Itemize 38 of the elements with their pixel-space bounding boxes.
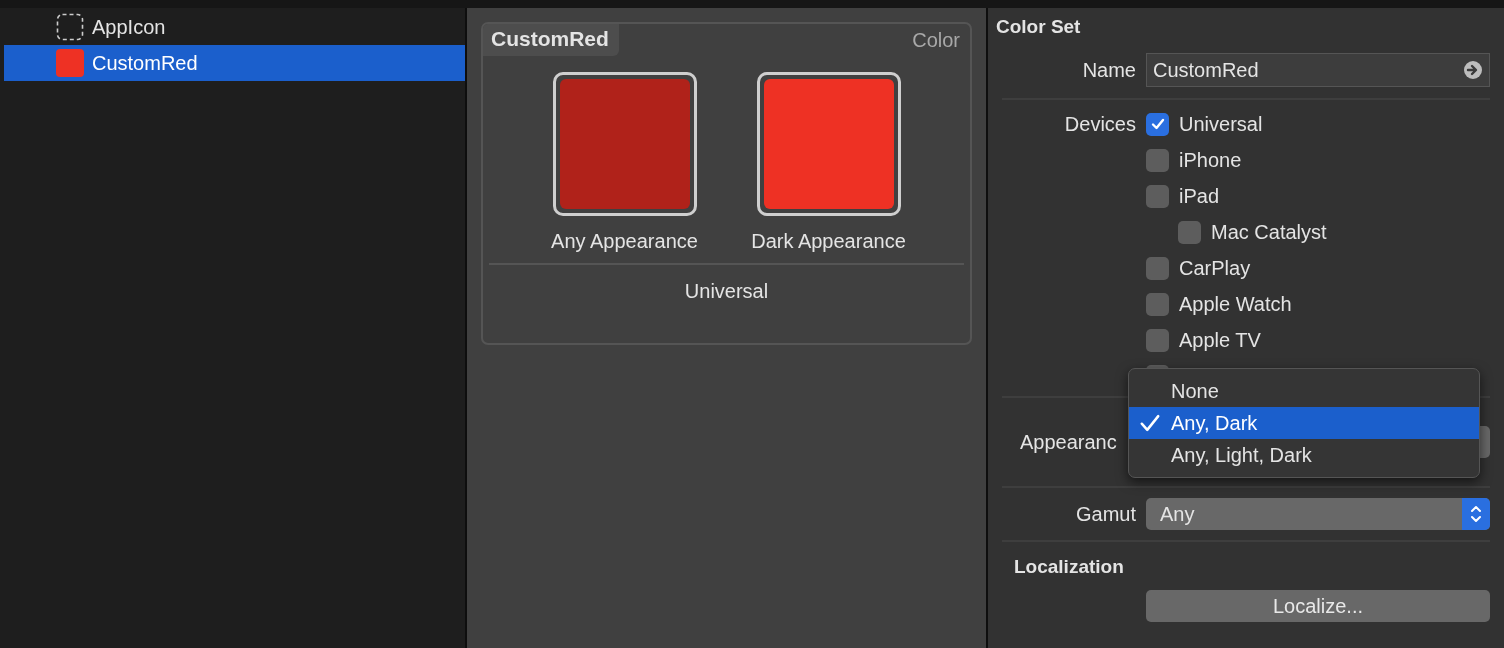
checkbox-label: Apple Watch [1179,292,1292,316]
arrow-right-icon[interactable] [1463,60,1483,80]
card-type-label: Color [912,28,961,52]
appearance-label: Any Appearance [551,230,698,253]
checkmark-icon [1139,412,1161,434]
checkbox-label: Universal [1179,112,1263,136]
checkbox[interactable] [1146,148,1169,172]
color-well[interactable] [552,72,697,216]
checkbox[interactable] [1146,256,1169,280]
checkbox-label: Apple TV [1179,328,1261,352]
menu-item[interactable]: None [1129,375,1479,407]
field-label: Appearanc [1019,430,1118,454]
field-label: Devices [1064,112,1136,135]
sidebar-item[interactable]: AppIcon [4,9,465,45]
menu-item[interactable]: Any, Dark [1129,407,1479,439]
checkbox[interactable] [1146,292,1169,316]
gamut-popup[interactable]: Any [1146,498,1490,530]
checkbox-label: iPad [1179,184,1220,208]
section-title: Color Set [996,16,1082,38]
field-label: Name [1081,58,1136,82]
checkbox-label: CarPlay [1179,256,1251,280]
placeholder-icon [56,13,84,41]
field-label: Gamut [1074,502,1136,526]
checkbox[interactable] [1146,112,1169,136]
checkbox-label: iPhone [1179,148,1242,172]
menu-item[interactable]: Any, Light, Dark [1129,439,1479,471]
name-field[interactable]: CustomRed [1146,53,1490,87]
checkbox[interactable] [1178,220,1201,244]
localize-button[interactable]: Localize... [1146,590,1490,622]
checkbox[interactable] [1146,184,1169,208]
section-title: Localization [1014,556,1125,578]
checkbox[interactable] [1146,328,1169,352]
sidebar-item[interactable]: CustomRed [4,45,465,81]
device-label: Universal [684,280,769,303]
appearance-label: Dark Appearance [751,230,906,253]
checkbox-label: Mac Catalyst [1211,220,1327,244]
card-title: CustomRed [483,24,619,56]
color-well[interactable] [756,72,901,216]
